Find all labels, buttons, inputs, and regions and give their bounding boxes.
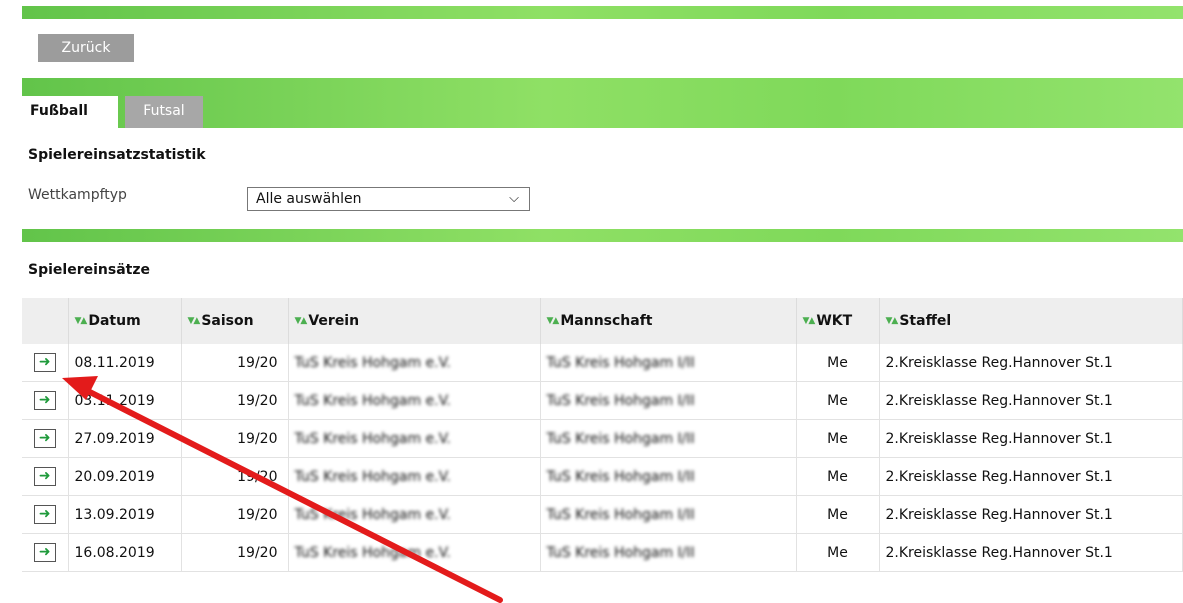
wettkampftyp-label: Wettkampftyp <box>28 187 127 203</box>
sort-icon: ▼▲ <box>187 316 201 326</box>
sort-icon: ▼▲ <box>885 316 899 326</box>
sort-icon: ▼▲ <box>546 316 560 326</box>
back-button[interactable]: Zurück <box>38 34 134 62</box>
cell-saison: 19/20 <box>181 457 289 496</box>
cell-datum: 27.09.2019 <box>68 419 182 458</box>
cell-wkt: Me <box>796 495 880 534</box>
divider-green-banner <box>22 229 1183 242</box>
header-staffel[interactable]: ▼▲ Staffel <box>879 298 1183 344</box>
cell-verein: TuS Kreis Hohgam e.V. <box>288 344 541 382</box>
cell-mannschaft: TuS Kreis Hohgam I/II <box>540 381 797 420</box>
row-action-cell: ➜ <box>22 419 69 458</box>
cell-saison: 19/20 <box>181 344 289 382</box>
cell-verein: TuS Kreis Hohgam e.V. <box>288 495 541 534</box>
table-header-row: ▼▲ Datum ▼▲ Saison ▼▲ Verein ▼▲ Mannschaft ▼… <box>22 298 1183 344</box>
top-green-banner <box>22 6 1183 19</box>
arrow-right-icon[interactable]: ➜ <box>33 467 56 486</box>
arrow-right-icon[interactable]: ➜ <box>33 391 56 410</box>
cell-verein: TuS Kreis Hohgam e.V. <box>288 381 541 420</box>
cell-mannschaft: TuS Kreis Hohgam I/II <box>540 457 797 496</box>
tab-futsal[interactable]: Futsal <box>125 96 203 128</box>
table-row: ➜ 16.08.2019 19/20 TuS Kreis Hohgam e.V.… <box>22 533 1183 572</box>
cell-wkt: Me <box>796 381 880 420</box>
table-row: ➜ 03.11.2019 19/20 TuS Kreis Hohgam e.V.… <box>22 381 1183 420</box>
chevron-down-icon: ⌵ <box>509 191 519 206</box>
row-action-cell: ➜ <box>22 457 69 496</box>
cell-saison: 19/20 <box>181 495 289 534</box>
einsaetze-table: ▼▲ Datum ▼▲ Saison ▼▲ Verein ▼▲ Mannschaft ▼… <box>22 298 1183 572</box>
cell-saison: 19/20 <box>181 381 289 420</box>
table-row: ➜ 13.09.2019 19/20 TuS Kreis Hohgam e.V.… <box>22 495 1183 534</box>
arrow-right-icon[interactable]: ➜ <box>33 429 56 448</box>
table-row: ➜ 27.09.2019 19/20 TuS Kreis Hohgam e.V.… <box>22 419 1183 458</box>
sort-icon: ▼▲ <box>802 316 816 326</box>
cell-verein: TuS Kreis Hohgam e.V. <box>288 533 541 572</box>
header-saison[interactable]: ▼▲ Saison <box>181 298 289 344</box>
wettkampftyp-select[interactable]: Alle auswählen ⌵ <box>247 187 530 211</box>
header-action <box>22 298 69 344</box>
header-wkt[interactable]: ▼▲ WKT <box>796 298 880 344</box>
cell-wkt: Me <box>796 533 880 572</box>
cell-verein: TuS Kreis Hohgam e.V. <box>288 419 541 458</box>
arrow-right-icon[interactable]: ➜ <box>33 353 56 372</box>
cell-staffel: 2.Kreisklasse Reg.Hannover St.1 <box>879 381 1183 420</box>
tab-fussball[interactable]: Fußball <box>22 96 118 128</box>
row-action-cell: ➜ <box>22 533 69 572</box>
cell-wkt: Me <box>796 457 880 496</box>
wettkampftyp-value: Alle auswählen <box>256 191 362 207</box>
table-row: ➜ 08.11.2019 19/20 TuS Kreis Hohgam e.V.… <box>22 344 1183 382</box>
cell-mannschaft: TuS Kreis Hohgam I/II <box>540 419 797 458</box>
cell-datum: 20.09.2019 <box>68 457 182 496</box>
cell-verein: TuS Kreis Hohgam e.V. <box>288 457 541 496</box>
section-title-einsaetze: Spielereinsätze <box>28 262 150 278</box>
row-action-cell: ➜ <box>22 495 69 534</box>
cell-datum: 13.09.2019 <box>68 495 182 534</box>
cell-staffel: 2.Kreisklasse Reg.Hannover St.1 <box>879 419 1183 458</box>
sort-icon: ▼▲ <box>294 316 308 326</box>
cell-saison: 19/20 <box>181 533 289 572</box>
arrow-right-icon[interactable]: ➜ <box>33 543 56 562</box>
cell-saison: 19/20 <box>181 419 289 458</box>
cell-datum: 03.11.2019 <box>68 381 182 420</box>
sort-icon: ▼▲ <box>74 316 88 326</box>
cell-wkt: Me <box>796 419 880 458</box>
cell-mannschaft: TuS Kreis Hohgam I/II <box>540 495 797 534</box>
cell-staffel: 2.Kreisklasse Reg.Hannover St.1 <box>879 457 1183 496</box>
row-action-cell: ➜ <box>22 344 69 382</box>
header-mannschaft[interactable]: ▼▲ Mannschaft <box>540 298 797 344</box>
row-action-cell: ➜ <box>22 381 69 420</box>
cell-wkt: Me <box>796 344 880 382</box>
section-title-statistik: Spielereinsatzstatistik <box>28 147 206 163</box>
arrow-right-icon[interactable]: ➜ <box>33 505 56 524</box>
cell-mannschaft: TuS Kreis Hohgam I/II <box>540 344 797 382</box>
header-verein[interactable]: ▼▲ Verein <box>288 298 541 344</box>
cell-staffel: 2.Kreisklasse Reg.Hannover St.1 <box>879 495 1183 534</box>
header-datum[interactable]: ▼▲ Datum <box>68 298 182 344</box>
table-row: ➜ 20.09.2019 19/20 TuS Kreis Hohgam e.V.… <box>22 457 1183 496</box>
cell-staffel: 2.Kreisklasse Reg.Hannover St.1 <box>879 533 1183 572</box>
cell-staffel: 2.Kreisklasse Reg.Hannover St.1 <box>879 344 1183 382</box>
cell-datum: 08.11.2019 <box>68 344 182 382</box>
cell-mannschaft: TuS Kreis Hohgam I/II <box>540 533 797 572</box>
cell-datum: 16.08.2019 <box>68 533 182 572</box>
